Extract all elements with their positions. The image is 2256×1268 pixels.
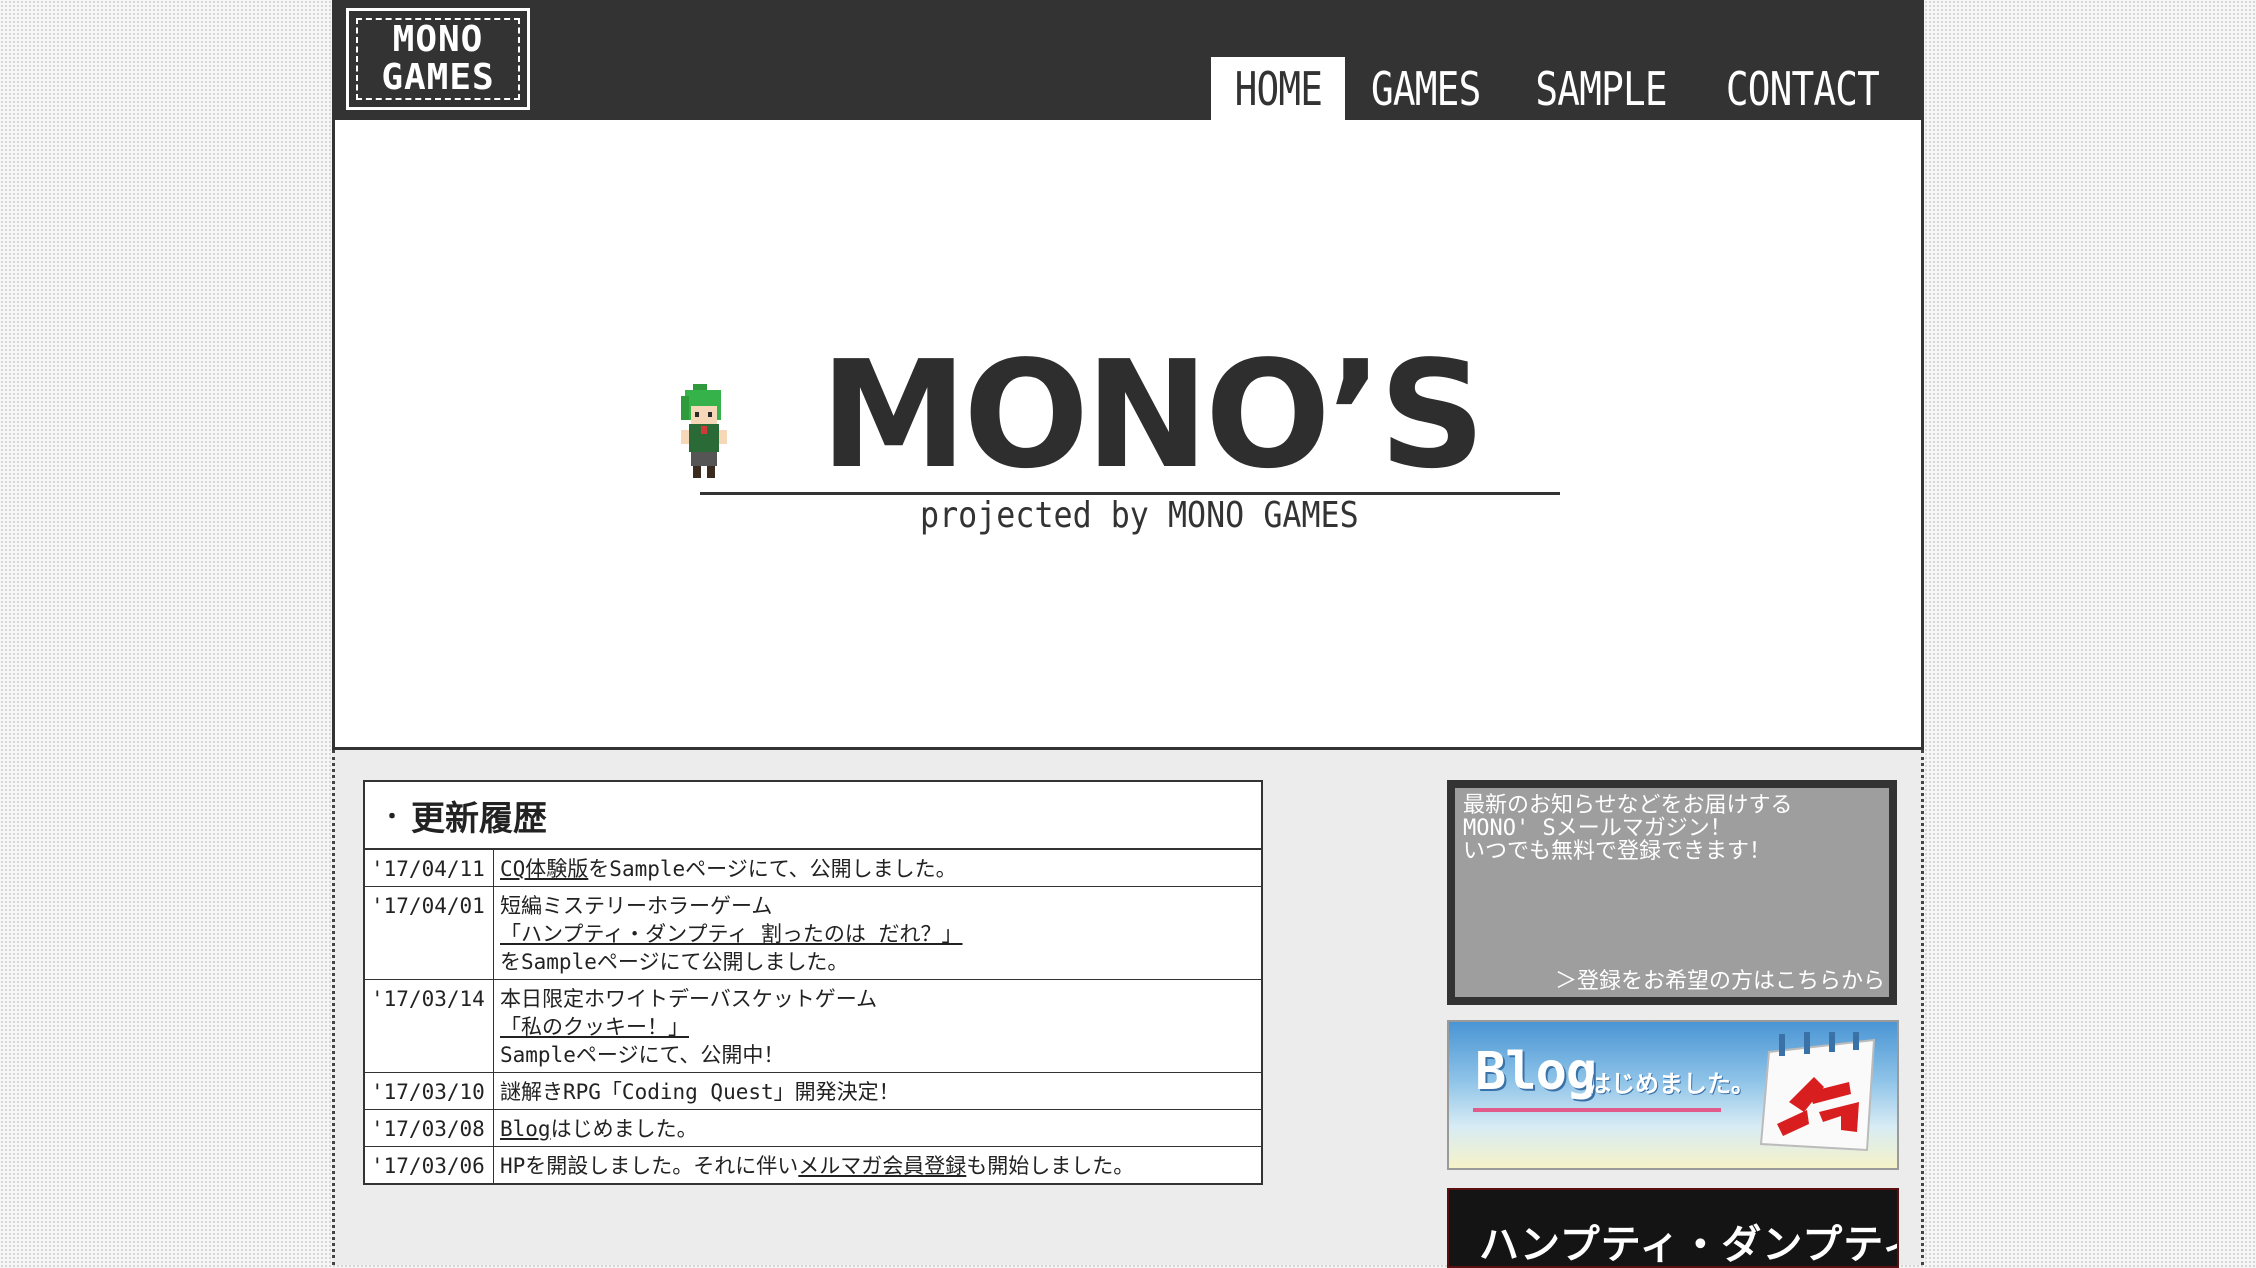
nav-contact[interactable]: CONTACT [1695, 57, 1910, 120]
news-date: '17/03/08 [365, 1109, 494, 1147]
nav-sample[interactable]: SAMPLE [1507, 57, 1695, 120]
mail-magazine-inner: 最新のお知らせなどをお届けする MONO' Sメールマガジン！ いつでも無料で登… [1455, 788, 1889, 997]
site-header: MONO GAMES HOME GAMES SAMPLE CONTACT [332, 0, 1924, 120]
news-link-my-cookie[interactable]: 「私のクッキー！」 [500, 1015, 689, 1039]
news-date: '17/04/01 [365, 886, 494, 980]
blog-banner[interactable]: Blog はじめました。 [1447, 1020, 1899, 1170]
nav-games[interactable]: GAMES [1345, 57, 1506, 120]
update-history: ・ 更新履歴 '17/04/11 CQ体験版をSampleページにて、公開しまし… [363, 780, 1263, 1185]
hero-banner: MONO’S projected by MONO GAMES [332, 120, 1924, 750]
humpty-dumpty-banner[interactable]: ハンプティ・ダンプティ [1447, 1188, 1899, 1268]
title-bullet: ・ [381, 805, 404, 830]
mono-games-logo[interactable]: MONO GAMES [346, 8, 530, 110]
news-text-prefix: HPを開設しました。それに伴い [500, 1154, 799, 1178]
news-text-line: をSampleページにて公開しました。 [500, 950, 849, 974]
update-history-title: ・ 更新履歴 [365, 782, 1261, 850]
mail-text-line: いつでも無料で登録できます！ [1463, 839, 1772, 864]
content-area: ・ 更新履歴 '17/04/11 CQ体験版をSampleページにて、公開しまし… [332, 750, 1924, 1268]
news-date: '17/03/14 [365, 979, 494, 1073]
news-date: '17/03/06 [365, 1146, 494, 1183]
news-link-humpty-dumpty[interactable]: 「ハンプティ・ダンプティ 割ったのは だれ？」 [500, 922, 963, 946]
update-table: '17/04/11 CQ体験版をSampleページにて、公開しました。 '17/… [365, 850, 1261, 1183]
nav-sample-label: SAMPLE [1535, 61, 1667, 116]
news-text: Blogはじめました。 [493, 1109, 1261, 1147]
logo-text: MONO GAMES [356, 18, 520, 100]
table-row: '17/03/06 HPを開設しました。それに伴いメルマガ会員登録も開始しました… [365, 1146, 1261, 1183]
mascot-character-icon [681, 384, 727, 478]
mail-text-line: MONO' Sメールマガジン！ [1463, 816, 1732, 841]
main-nav: HOME GAMES SAMPLE CONTACT [1210, 57, 1910, 120]
nav-home[interactable]: HOME [1210, 57, 1346, 120]
nav-home-label: HOME [1234, 61, 1322, 116]
calendar-icon [1759, 1032, 1876, 1152]
news-text-line: 短編ミステリーホラーゲーム [500, 894, 773, 918]
logo-line-2: GAMES [381, 57, 495, 98]
news-text: CQ体験版をSampleページにて、公開しました。 [494, 850, 1262, 887]
news-text: 謎解きRPG「Coding Quest」開発決定！ [493, 1072, 1261, 1110]
news-text-line: 本日限定ホワイトデーバスケットゲーム [500, 987, 878, 1011]
table-row: '17/03/08 Blogはじめました。 [365, 1109, 1261, 1147]
hero-title: MONO’S [820, 329, 1486, 501]
news-text-body: はじめました。 [550, 1117, 698, 1141]
news-text: 本日限定ホワイトデーバスケットゲーム 「私のクッキー！」 Sampleページにて… [493, 979, 1261, 1073]
table-row: '17/04/01 短編ミステリーホラーゲーム 「ハンプティ・ダンプティ 割った… [365, 886, 1261, 980]
news-text: HPを開設しました。それに伴いメルマガ会員登録も開始しました。 [493, 1146, 1261, 1183]
news-text-line: Sampleページにて、公開中！ [500, 1043, 785, 1067]
news-link-mailmag-register[interactable]: メルマガ会員登録 [798, 1154, 966, 1178]
blog-banner-sub: はじめました。 [1587, 1070, 1755, 1098]
logo-line-1: MONO [392, 19, 484, 60]
news-date: '17/04/11 [365, 850, 494, 887]
news-link-cq-trial[interactable]: CQ体験版 [500, 857, 588, 881]
news-text: 短編ミステリーホラーゲーム 「ハンプティ・ダンプティ 割ったのは だれ？」 をS… [493, 886, 1261, 980]
table-row: '17/03/14 本日限定ホワイトデーバスケットゲーム 「私のクッキー！」 S… [365, 979, 1261, 1073]
table-row: '17/03/10 謎解きRPG「Coding Quest」開発決定！ [365, 1072, 1261, 1110]
page: MONO GAMES HOME GAMES SAMPLE CONTACT MON… [332, 0, 1924, 1268]
table-row: '17/04/11 CQ体験版をSampleページにて、公開しました。 [365, 850, 1261, 887]
news-text-suffix: も開始しました。 [966, 1154, 1135, 1178]
mail-register-link[interactable]: ＞登録をお希望の方はこちらから [1555, 970, 1885, 993]
mail-magazine-box[interactable]: 最新のお知らせなどをお届けする MONO' Sメールマガジン！ いつでも無料で登… [1447, 780, 1897, 1005]
update-history-heading: 更新履歴 [411, 798, 548, 839]
nav-contact-label: CONTACT [1725, 61, 1880, 116]
news-link-blog[interactable]: Blog [500, 1117, 551, 1141]
mail-text-line: 最新のお知らせなどをお届けする [1463, 793, 1793, 818]
news-date: '17/03/10 [365, 1072, 494, 1110]
humpty-dumpty-banner-text: ハンプティ・ダンプティ [1479, 1222, 1899, 1268]
news-text-body: をSampleページにて、公開しました。 [588, 857, 957, 881]
blog-banner-word: Blog [1475, 1042, 1597, 1102]
blog-underline [1473, 1108, 1721, 1112]
nav-games-label: GAMES [1371, 61, 1481, 116]
hero-subtitle: projected by MONO GAMES [920, 495, 1359, 536]
